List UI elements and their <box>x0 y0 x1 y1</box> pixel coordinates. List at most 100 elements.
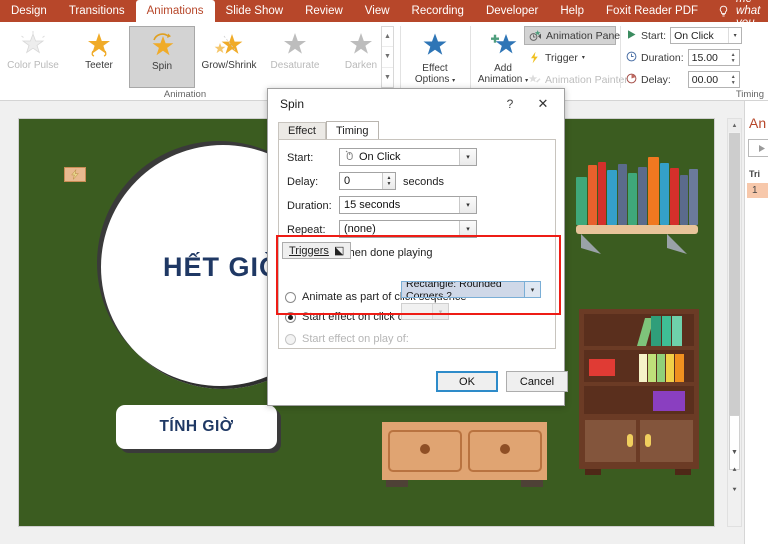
animation-painter-button: Animation Painter <box>524 70 628 89</box>
animation-pane-label: Animation Pane <box>546 29 621 42</box>
dialog-delay-units-row: seconds <box>403 173 444 191</box>
trigger-target-combo[interactable]: Rectangle: Rounded Corners 2 ▾ <box>401 281 541 298</box>
dialog-duration-value: 15 seconds <box>344 199 401 211</box>
radio-start-effect-on-click[interactable] <box>285 311 296 323</box>
radio-play-label: Start effect on play of: <box>302 333 409 345</box>
play-triangle-icon <box>626 29 637 43</box>
gallery-label-teeter: Teeter <box>85 60 113 71</box>
dialog-repeat-row: Repeat: <box>287 221 326 239</box>
animation-pane-icon <box>529 29 542 42</box>
dialog-tab-bar: Effect Timing <box>278 121 379 139</box>
ribbon-tab-recording[interactable]: Recording <box>401 0 475 22</box>
radio-animate-click-sequence[interactable] <box>285 291 296 303</box>
timing-delay-field[interactable]: 00.00 ▲ ▼ <box>687 71 740 88</box>
gallery-item-teeter[interactable]: Teeter <box>66 26 132 88</box>
timing-duration-value: 15.00 <box>691 51 718 64</box>
cancel-button[interactable]: Cancel <box>506 371 568 392</box>
dialog-delay-input[interactable]: 0 ▲ ▼ <box>339 172 396 190</box>
timing-start-field[interactable]: On Click ▾ <box>670 27 743 44</box>
effect-options-button[interactable]: Effect Options ▾ <box>404 26 466 88</box>
trigger-marker-icon[interactable] <box>64 167 86 182</box>
gallery-label-spin: Spin <box>151 61 172 72</box>
timing-start-dropdown-icon[interactable]: ▾ <box>728 28 741 43</box>
trigger-target-value: Rectangle: Rounded Corners 2 <box>406 281 502 298</box>
scroll-down-icon[interactable]: ▼ <box>727 445 742 460</box>
lightning-bolt-icon <box>528 51 541 64</box>
animation-pane-title: An <box>749 115 767 131</box>
dialog-delay-spinner[interactable]: ▲ ▼ <box>382 173 395 189</box>
shelf-bracket-left <box>581 234 601 254</box>
start-timer-button[interactable]: TÍNH GIỜ <box>116 405 277 449</box>
trigger-dropdown-icon[interactable]: ▾ <box>582 54 585 61</box>
animation-painter-icon <box>528 73 541 86</box>
gallery-item-desaturate[interactable]: Desaturate <box>262 26 328 88</box>
timing-delay-spinner[interactable]: ▲ ▼ <box>728 72 739 87</box>
animation-pane-item-1[interactable]: 1 <box>747 183 768 198</box>
drawer-knob-right <box>500 444 510 454</box>
ribbon-tab-developer[interactable]: Developer <box>475 0 549 22</box>
ribbon-tab-review[interactable]: Review <box>294 0 354 22</box>
timing-duration-spinner[interactable]: ▲ ▼ <box>728 50 739 65</box>
dialog-repeat-dropdown-icon[interactable]: ▾ <box>459 221 476 237</box>
trigger-play-combo-disabled: ▾ <box>401 303 449 320</box>
timing-duration-label: Duration: <box>641 51 684 64</box>
gallery-scroll-down-icon[interactable]: ▼ <box>382 47 393 68</box>
trigger-button[interactable]: Trigger ▾ <box>524 48 616 67</box>
dialog-title-bar: Spin ? ✕ <box>268 89 564 119</box>
ribbon-tab-help[interactable]: Help <box>549 0 595 22</box>
timing-start-row: Start: On Click ▾ <box>626 27 743 44</box>
help-icon[interactable]: ? <box>500 94 520 114</box>
dialog-tab-timing[interactable]: Timing <box>325 121 379 139</box>
ribbon-tab-design[interactable]: Design <box>0 0 58 22</box>
scrollbar-thumb[interactable] <box>729 133 740 433</box>
gallery-label-desaturate: Desaturate <box>270 60 320 71</box>
desk-drawer-left <box>388 430 462 472</box>
dialog-start-dropdown-icon[interactable]: ▾ <box>459 149 476 165</box>
dialog-duration-dropdown-icon[interactable]: ▾ <box>459 197 476 213</box>
gallery-more-icon[interactable]: ▼ <box>382 68 393 87</box>
ribbon-tab-foxit-reader-pdf[interactable]: Foxit Reader PDF <box>595 0 709 22</box>
dialog-start-value: On Click <box>359 151 401 163</box>
trigger-target-dropdown-icon[interactable]: ▾ <box>524 282 540 297</box>
wall-shelf-books <box>576 157 698 225</box>
animation-pane-button[interactable]: Animation Pane <box>524 26 620 45</box>
ribbon-tab-transitions[interactable]: Transitions <box>58 0 136 22</box>
gallery-scroll-up-icon[interactable]: ▲ <box>382 27 393 48</box>
dialog-start-label: Start: <box>287 152 314 164</box>
delay-clock-icon <box>626 73 637 87</box>
effect-options-star-icon <box>422 32 448 60</box>
lightbulb-icon <box>717 5 730 18</box>
timing-duration-field[interactable]: 15.00 ▲ ▼ <box>687 49 740 66</box>
dialog-start-row: Start: <box>287 149 313 167</box>
timing-delay-label: Delay: <box>641 73 671 86</box>
wall-shelf-board <box>576 225 698 234</box>
next-slide-icon[interactable]: ⯆ <box>727 483 742 498</box>
gallery-item-spin[interactable]: Spin <box>129 26 195 88</box>
gallery-item-color-pulse[interactable]: Color Pulse <box>0 26 66 88</box>
scrollbar-track-bottom[interactable] <box>729 415 740 470</box>
scroll-up-icon[interactable]: ▲ <box>728 119 741 132</box>
previous-slide-icon[interactable]: ⯅ <box>727 463 742 478</box>
gallery-scroll-buttons[interactable]: ▲ ▼ ▼ <box>381 26 394 88</box>
dialog-repeat-label: Repeat: <box>287 224 326 236</box>
dialog-duration-combo[interactable]: 15 seconds ▾ <box>339 196 477 214</box>
add-animation-label-line1: Add <box>494 63 512 74</box>
ribbon-tab-animations[interactable]: Animations <box>135 0 215 22</box>
close-icon[interactable]: ✕ <box>528 93 558 115</box>
ribbon-tab-view[interactable]: View <box>354 0 401 22</box>
tell-me-box[interactable]: Tell me what you want t <box>709 0 768 41</box>
effect-options-label-line2: Options <box>414 74 450 85</box>
dialog-repeat-combo[interactable]: (none) ▾ <box>339 220 477 238</box>
dialog-tab-effect[interactable]: Effect <box>278 122 326 139</box>
animation-painter-label: Animation Painter <box>545 73 628 86</box>
gallery-item-grow-shrink[interactable]: Grow/Shrink <box>196 26 262 88</box>
spin-star-icon <box>147 31 177 59</box>
dialog-start-combo[interactable]: On Click ▾ <box>339 148 477 166</box>
ribbon-tab-slide-show[interactable]: Slide Show <box>215 0 295 22</box>
shelf-bracket-right <box>667 234 687 254</box>
dialog-radio-click-row[interactable]: Start effect on click of: <box>285 308 410 326</box>
triggers-toggle-button[interactable]: Triggers ⬕ <box>282 242 352 259</box>
effect-options-label-line1: Effect <box>422 63 448 74</box>
ok-button[interactable]: OK <box>436 371 498 392</box>
animation-pane-play-button[interactable] <box>748 139 768 157</box>
